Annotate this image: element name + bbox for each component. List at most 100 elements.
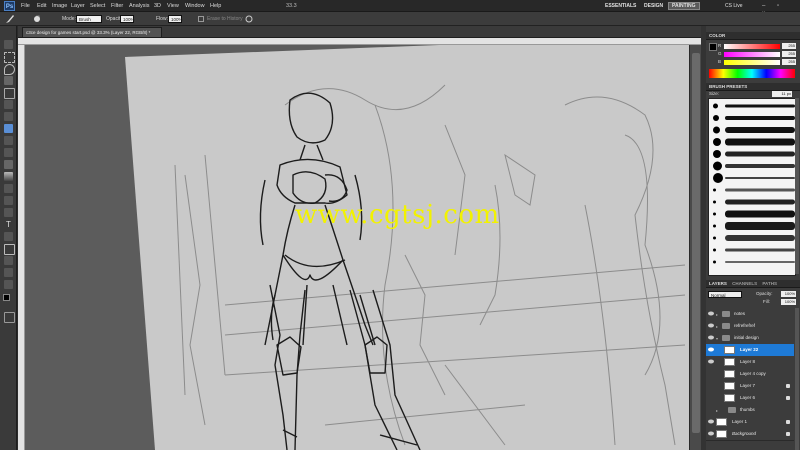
menu-analysis[interactable]: Analysis (129, 0, 149, 12)
brush-tool-icon[interactable] (5, 14, 15, 24)
flow-label: Flow: (156, 16, 168, 22)
group-arrow-icon[interactable]: ▸ (716, 324, 718, 329)
3d-rotate-tool-icon[interactable] (4, 256, 13, 265)
brush-preview-icon[interactable] (34, 16, 40, 22)
brush-tool-active-icon[interactable] (4, 124, 13, 133)
gradient-tool-icon[interactable] (4, 172, 13, 181)
eye-icon[interactable] (708, 335, 714, 340)
zoom-tool-icon[interactable] (4, 280, 13, 289)
healing-brush-tool-icon[interactable] (4, 112, 13, 121)
marquee-tool-icon[interactable] (4, 52, 15, 63)
brush-preset[interactable] (711, 101, 797, 111)
menu-3d[interactable]: 3D (154, 0, 161, 12)
window-controls[interactable]: – ▫ × (762, 2, 796, 17)
layer-opacity-input[interactable]: 100% (781, 291, 796, 297)
color-b-slider[interactable] (724, 60, 780, 65)
crop-tool-icon[interactable] (4, 88, 15, 99)
color-b-value[interactable]: 255 (782, 59, 796, 65)
pen-tool-icon[interactable] (4, 208, 13, 217)
color-r-slider[interactable] (724, 44, 780, 49)
layer-row-background[interactable]: Background (706, 428, 794, 441)
layers-scrollbar[interactable] (795, 308, 799, 450)
history-brush-tool-icon[interactable] (4, 148, 13, 157)
tab-layers[interactable]: LAYERS (709, 280, 727, 288)
brush-presets-header[interactable]: BRUSH PRESETS (706, 83, 800, 91)
tab-channels[interactable]: CHANNELS (732, 280, 757, 288)
menu-view[interactable]: View (167, 0, 179, 12)
canvas-sketch[interactable] (25, 45, 701, 450)
menu-window[interactable]: Window (185, 0, 205, 12)
menu-select[interactable]: Select (90, 0, 105, 12)
canvas-vertical-scrollbar[interactable] (689, 45, 701, 450)
quick-mask-icon[interactable] (4, 312, 15, 323)
brush-preset[interactable] (711, 209, 797, 219)
brush-preset[interactable] (711, 161, 797, 171)
type-tool-icon[interactable]: T (4, 220, 13, 229)
menu-image[interactable]: Image (52, 0, 67, 12)
brush-preset[interactable] (711, 149, 797, 159)
menu-edit[interactable]: Edit (37, 0, 46, 12)
menu-help[interactable]: Help (210, 0, 221, 12)
menu-layer[interactable]: Layer (71, 0, 85, 12)
scrollbar-thumb[interactable] (692, 53, 700, 433)
canvas-area[interactable]: www.cgtsj.com (25, 45, 701, 450)
move-tool-icon[interactable] (4, 40, 13, 49)
flow-input[interactable]: 100% (168, 15, 183, 23)
workspace-design[interactable]: DESIGN (641, 2, 666, 10)
eye-icon[interactable] (708, 419, 714, 424)
brush-preset[interactable] (711, 113, 797, 123)
eye-icon[interactable] (708, 311, 714, 316)
brush-preset[interactable] (711, 173, 797, 183)
tab-paths[interactable]: PATHS (762, 280, 777, 288)
color-panel-header[interactable]: COLOR (706, 32, 800, 40)
path-select-tool-icon[interactable] (4, 232, 13, 241)
color-g-value[interactable]: 255 (782, 51, 796, 57)
quick-select-tool-icon[interactable] (4, 76, 13, 85)
tablet-pressure-icon[interactable] (245, 15, 253, 23)
group-arrow-icon[interactable]: ▸ (716, 312, 718, 317)
eye-icon[interactable] (708, 323, 714, 328)
brush-presets-list[interactable] (708, 98, 796, 276)
mode-select[interactable]: Brush (76, 15, 102, 23)
shape-tool-icon[interactable] (4, 244, 15, 255)
foreground-color-swatch[interactable] (3, 294, 10, 301)
workspace-essentials[interactable]: ESSENTIALS (602, 2, 639, 10)
lasso-tool-icon[interactable] (4, 64, 15, 75)
color-foreground-swatch[interactable] (709, 43, 717, 51)
group-arrow-icon[interactable]: ▾ (716, 336, 718, 341)
cs-live-button[interactable]: CS Live (722, 2, 746, 10)
color-r-value[interactable]: 255 (782, 43, 796, 49)
eye-icon[interactable] (708, 431, 714, 436)
brush-preset[interactable] (711, 197, 797, 207)
brush-preset[interactable] (711, 125, 797, 135)
eye-icon[interactable] (708, 359, 714, 364)
group-arrow-icon[interactable]: ▸ (716, 408, 718, 413)
document-tab[interactable]: c3ce design for games start.psd @ 33.3% … (22, 27, 162, 37)
dodge-tool-icon[interactable] (4, 196, 13, 205)
menu-filter[interactable]: Filter (111, 0, 123, 12)
brush-preset[interactable] (711, 221, 797, 231)
blend-mode-select[interactable]: Normal (708, 291, 742, 298)
opacity-input[interactable]: 100% (120, 15, 135, 23)
brush-preset[interactable] (711, 245, 797, 255)
layer-fill-input[interactable]: 100% (781, 299, 796, 305)
zoom-level[interactable]: 33.3 (286, 0, 297, 12)
workspace-painting[interactable]: PAINTING (668, 2, 700, 10)
brush-preset[interactable] (711, 185, 797, 195)
blur-tool-icon[interactable] (4, 184, 13, 193)
eraser-tool-icon[interactable] (4, 160, 13, 169)
color-spectrum-ramp[interactable] (709, 69, 795, 78)
menu-file[interactable]: File (21, 0, 30, 12)
color-g-slider[interactable] (724, 52, 780, 57)
brush-preset[interactable] (711, 257, 797, 267)
brush-preset[interactable] (711, 137, 797, 147)
brush-list-scrollbar[interactable] (795, 98, 799, 274)
erase-history-checkbox[interactable] (198, 16, 204, 22)
mode-label: Mode: (62, 16, 76, 22)
eyedropper-tool-icon[interactable] (4, 100, 13, 109)
brush-size-input[interactable]: 11 px (772, 91, 792, 97)
hand-tool-icon[interactable] (4, 268, 13, 277)
brush-preset[interactable] (711, 233, 797, 243)
clone-stamp-tool-icon[interactable] (4, 136, 13, 145)
eye-icon[interactable] (708, 347, 714, 352)
